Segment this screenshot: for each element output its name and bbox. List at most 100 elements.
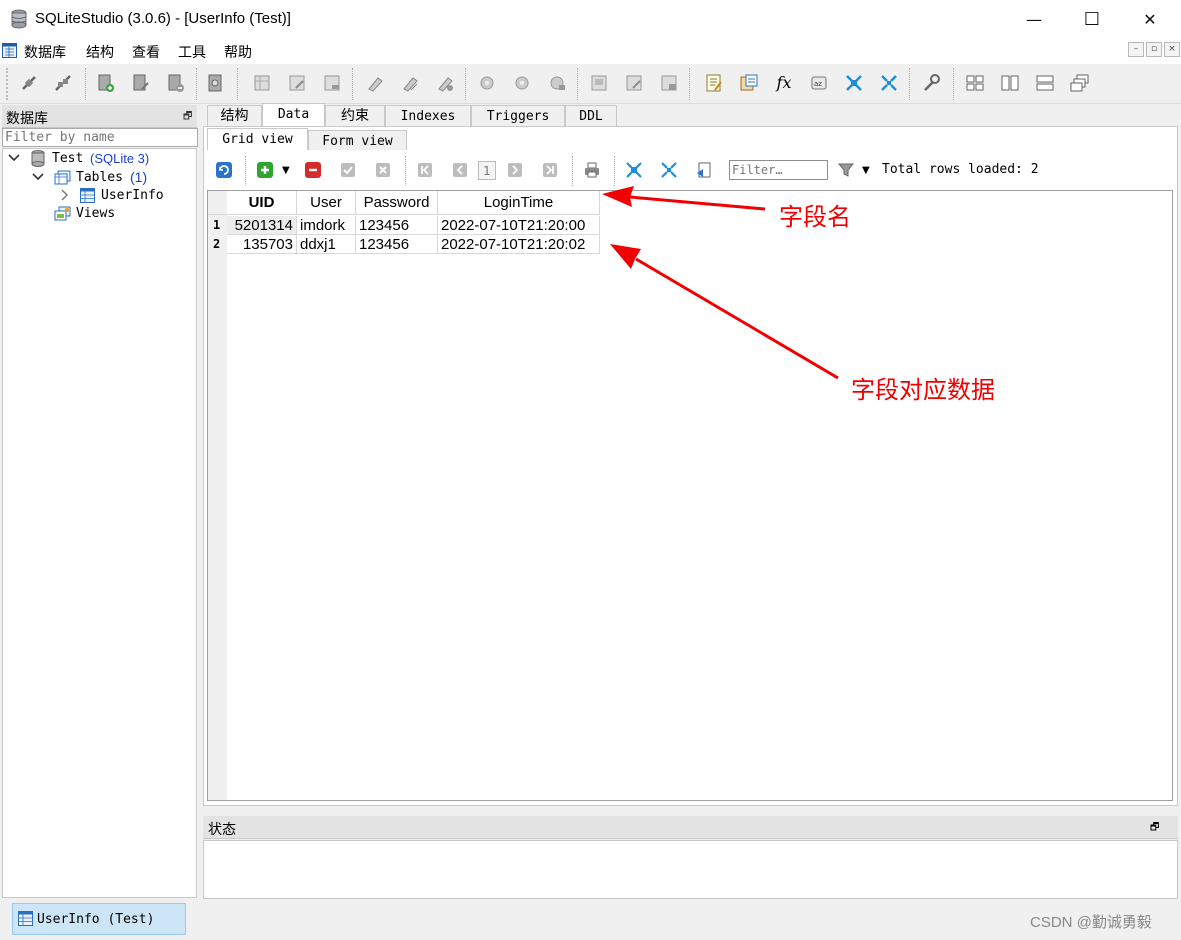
expand-columns-icon[interactable] [625,161,643,179]
tile-horizontal-icon[interactable] [999,72,1021,94]
toolbar-separator [614,156,616,186]
next-page-icon[interactable] [506,161,524,179]
commit-icon[interactable] [339,161,357,179]
tile-windows-icon[interactable] [964,72,986,94]
cascade-windows-icon[interactable] [1069,72,1091,94]
table-cell-user[interactable]: imdork [297,216,356,235]
table-cell-user[interactable]: ddxj1 [297,235,356,254]
tab-indexes[interactable]: Indexes [385,105,471,126]
svg-text:az: az [814,80,822,88]
row-number[interactable]: 2 [208,235,227,254]
grid-filter-input[interactable] [729,160,828,180]
tab-ddl[interactable]: DDL [565,105,617,126]
drop-table-icon[interactable] [321,72,343,94]
tree-item-views[interactable]: Views [76,206,115,221]
menu-database[interactable]: 数据库 [24,42,66,62]
filter-icon[interactable] [837,161,855,179]
mdi-close-button[interactable]: × [1164,42,1180,57]
toolbar-separator [572,156,574,186]
panel-float-icon[interactable]: 🗗 [183,109,192,126]
menu-help[interactable]: 帮助 [224,42,252,62]
disconnect-icon[interactable] [52,72,74,94]
database-settings-icon[interactable] [205,72,227,94]
add-database-icon[interactable] [95,72,117,94]
tree-item-userinfo[interactable]: UserInfo [101,188,164,203]
chevron-right-icon[interactable] [60,189,70,201]
sql-editor-icon[interactable] [703,72,725,94]
tree-item-tables-count: (1) [130,169,148,185]
expand-icon[interactable] [843,72,865,94]
grid-corner[interactable] [208,191,227,215]
print-icon[interactable] [583,161,601,179]
edit-index-icon[interactable] [399,72,421,94]
tree-item-db-name[interactable]: Test [52,151,83,166]
create-table-icon[interactable] [251,72,273,94]
edit-table-icon[interactable] [286,72,308,94]
delete-row-icon[interactable] [304,161,322,179]
menu-structure[interactable]: 结构 [86,42,114,62]
filter-dropdown-icon[interactable]: ▼ [862,165,870,176]
table-cell-uid[interactable]: 135703 [227,235,297,254]
tree-item-tables[interactable]: Tables [76,170,123,185]
row-number[interactable]: 1 [208,216,227,235]
tab-form-view[interactable]: Form view [308,130,407,151]
maximize-button[interactable]: ☐ [1063,0,1121,38]
column-header-uid[interactable]: UID [227,191,297,215]
window-title: SQLiteStudio (3.0.6) - [UserInfo (Test)] [35,10,291,27]
edit-view-icon[interactable] [623,72,645,94]
table-cell-password[interactable]: 123456 [356,216,438,235]
remove-database-icon[interactable] [165,72,187,94]
column-header-user[interactable]: User [297,191,356,215]
column-header-logintime[interactable]: LoginTime [438,191,600,215]
table-cell-password[interactable]: 123456 [356,235,438,254]
create-trigger-icon[interactable] [476,72,498,94]
previous-page-icon[interactable] [451,161,469,179]
table-cell-uid[interactable]: 5201314 [227,216,297,235]
mdi-restore-button[interactable]: ▫ [1146,42,1162,57]
minimize-button[interactable]: — [1005,0,1063,38]
chevron-down-icon[interactable] [8,153,20,163]
tab-data[interactable]: Data [262,103,325,126]
close-button[interactable]: ✕ [1121,0,1179,38]
menu-tools[interactable]: 工具 [178,42,206,62]
mdi-minimize-button[interactable]: – [1128,42,1144,57]
insert-dropdown-icon[interactable]: ▼ [282,165,290,176]
refresh-icon[interactable] [215,161,233,179]
tab-grid-view[interactable]: Grid view [207,128,308,151]
row-number-column [208,191,227,800]
tab-constraints[interactable]: 约束 [325,105,385,126]
drop-view-icon[interactable] [658,72,680,94]
panel-float-icon[interactable]: 🗗 [1150,820,1159,837]
export-icon[interactable] [695,161,713,179]
last-page-icon[interactable] [541,161,559,179]
edit-trigger-icon[interactable] [511,72,533,94]
rollback-icon[interactable] [374,161,392,179]
create-view-icon[interactable] [588,72,610,94]
database-icon [31,150,45,167]
tab-triggers[interactable]: Triggers [471,105,565,126]
drop-trigger-icon[interactable] [546,72,568,94]
collapse-icon[interactable] [878,72,900,94]
menu-view[interactable]: 查看 [132,42,160,62]
chevron-down-icon[interactable] [32,172,44,182]
tab-structure[interactable]: 结构 [207,105,262,126]
column-header-password[interactable]: Password [356,191,438,215]
import-icon[interactable] [738,72,760,94]
insert-row-icon[interactable] [256,161,274,179]
table-window-icon [18,911,33,926]
tile-vertical-icon[interactable] [1034,72,1056,94]
page-number-field[interactable]: 1 [478,161,496,180]
connect-icon[interactable] [18,72,40,94]
collations-icon[interactable]: az [808,72,830,94]
table-cell-logintime[interactable]: 2022-07-10T21:20:00 [438,216,600,235]
config-wrench-icon[interactable] [920,72,942,94]
table-cell-logintime[interactable]: 2022-07-10T21:20:02 [438,235,600,254]
drop-index-icon[interactable] [434,72,456,94]
toolbar-grip [6,68,11,100]
edit-database-icon[interactable] [130,72,152,94]
functions-icon[interactable]: fx [773,72,795,94]
create-index-icon[interactable] [364,72,386,94]
first-page-icon[interactable] [416,161,434,179]
collapse-columns-icon[interactable] [660,161,678,179]
database-filter-input[interactable] [2,128,198,147]
